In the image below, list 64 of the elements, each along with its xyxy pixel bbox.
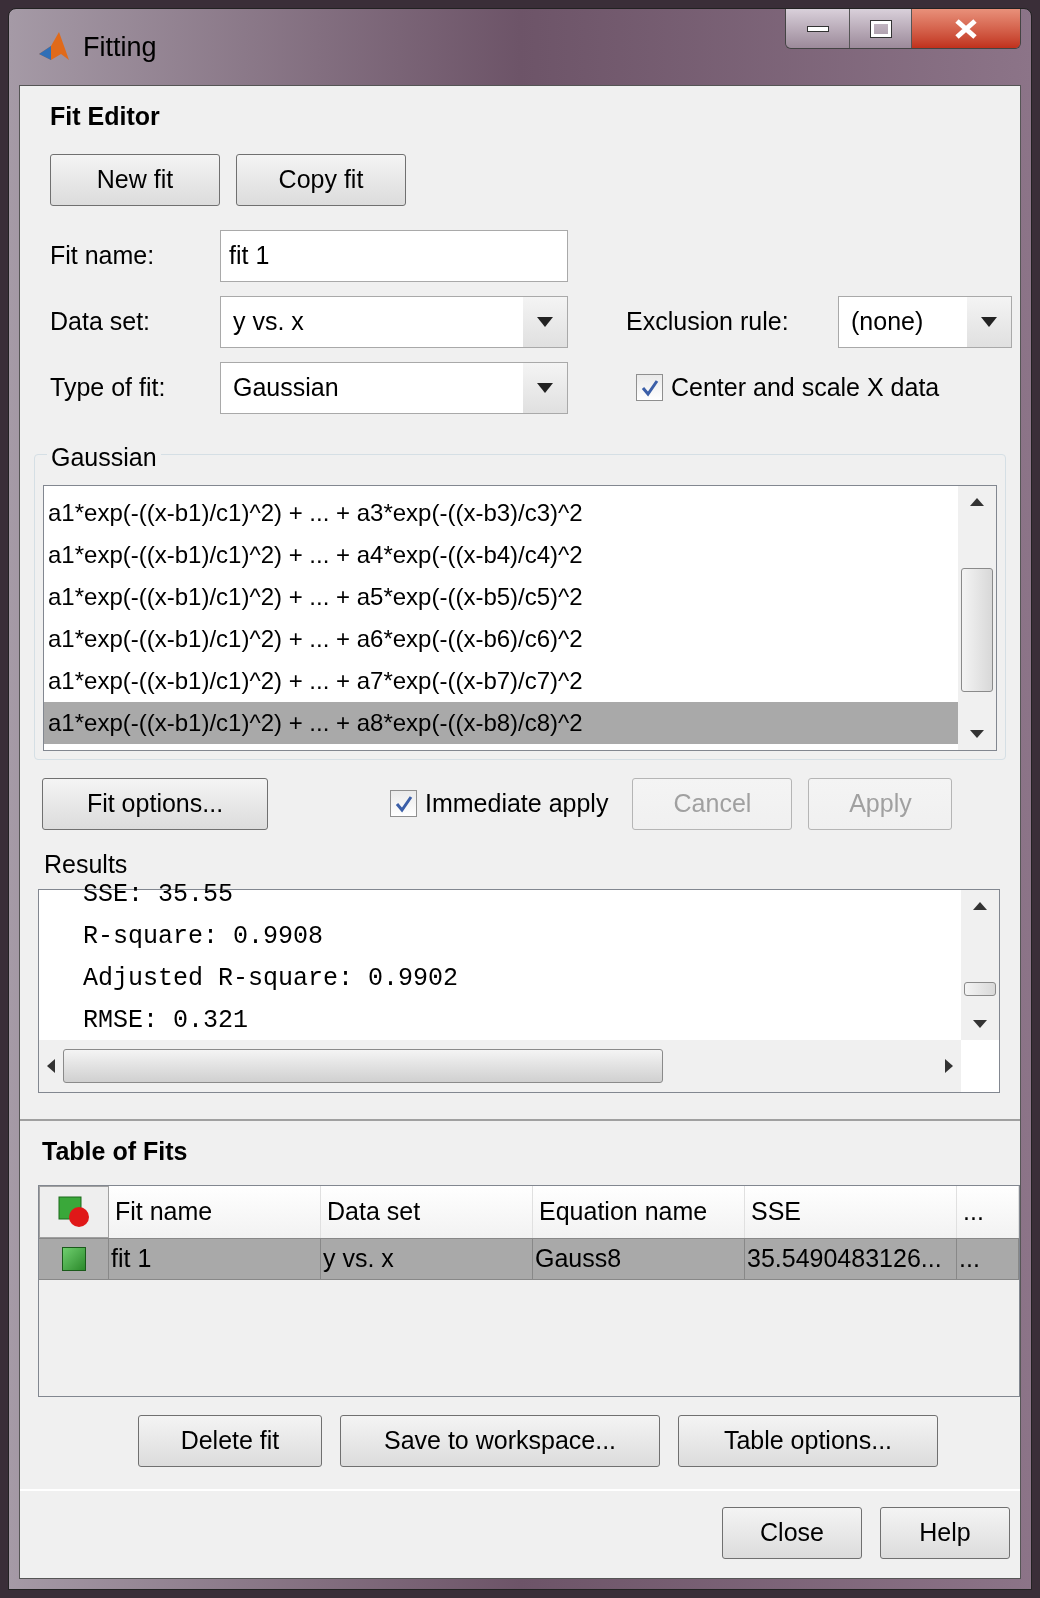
equation-item[interactable]: a1*exp(-((x-b1)/c1)^2) + ... + a5*exp(-((x-b5)/c5)^2 (44, 575, 958, 618)
column-header[interactable]: Data set (321, 1185, 533, 1238)
result-line: R-square: 0.9908 (83, 921, 325, 953)
minimize-button[interactable] (786, 9, 850, 48)
field-label: Type of fit: (50, 371, 167, 403)
exclusion-rule-dropdown[interactable]: (none) (838, 295, 1012, 348)
status-icon (61, 1246, 86, 1271)
column-header[interactable] (39, 1185, 109, 1238)
checkbox[interactable] (636, 374, 663, 401)
group-title: Results (44, 848, 129, 880)
scroll-up-icon[interactable] (970, 497, 984, 506)
equation-item[interactable]: a1*exp(-((x-b1)/c1)^2) + ... + a3*exp(-((x-b3)/c3)^2 (44, 491, 958, 534)
scroll-left-icon[interactable] (47, 1059, 55, 1073)
table-cell: ... (957, 1238, 1019, 1279)
table-button[interactable]: Save to workspace... (340, 1414, 660, 1467)
field-label: Data set: (50, 305, 152, 337)
equation-item[interactable]: a1*exp(-((x-b1)/c1)^2) + ... + a4*exp(-((x-b4)/c4)^2 (44, 533, 958, 576)
type-of-fit-dropdown[interactable]: Gaussian (220, 361, 568, 414)
table-cell: y vs. x (321, 1238, 533, 1279)
checkbox-label: Center and scale X data (671, 371, 940, 403)
field-label: Fit name: (50, 239, 156, 271)
table-row[interactable]: fit 1 y vs. x Gauss8 35.5490483126... ... (39, 1237, 1019, 1280)
footer-button[interactable]: Help (880, 1506, 1010, 1559)
scroll-thumb[interactable] (961, 567, 993, 692)
scroll-right-icon[interactable] (945, 1059, 953, 1073)
fit-name-field[interactable]: fit 1 (220, 229, 568, 282)
status-header-icon (57, 1194, 91, 1229)
scroll-down-icon[interactable] (970, 729, 984, 738)
data-set-dropdown[interactable]: y vs. x (220, 295, 568, 348)
vertical-scrollbar[interactable] (961, 890, 999, 1040)
maximize-button[interactable] (850, 9, 912, 48)
column-header[interactable]: SSE (745, 1185, 957, 1238)
table-button[interactable]: Delete fit (138, 1414, 322, 1467)
fit-button[interactable]: Copy fit (236, 153, 406, 206)
fit-options-button[interactable]: Fit options... (42, 777, 268, 830)
scroll-thumb[interactable] (63, 1049, 663, 1083)
fit-button[interactable]: New fit (50, 153, 220, 206)
section-title: Fit Editor (50, 101, 161, 132)
checkbox-label: Immediate apply (425, 787, 609, 819)
column-header[interactable]: Fit name (109, 1185, 321, 1238)
equation-item[interactable]: a1*exp(-((x-b1)/c1)^2) + ... + a6*exp(-((x-b6)/c6)^2 (44, 617, 958, 660)
horizontal-scrollbar[interactable] (39, 1040, 961, 1092)
equation-item[interactable]: a1*exp(-((x-b1)/c1)^2) + ... + a7*exp(-((x-b7)/c7)^2 (44, 659, 958, 702)
close-icon (954, 18, 978, 39)
result-line: SSE: 35.55 (83, 879, 235, 911)
scroll-down-icon[interactable] (973, 1020, 987, 1028)
equation-item[interactable]: a1*exp(-((x-b1)/c1)^2) + ... + a8*exp(-((x-b8)/c8)^2 (44, 701, 958, 744)
column-header[interactable]: ... (957, 1185, 1019, 1238)
checkbox[interactable] (390, 790, 417, 817)
table-cell: Gauss8 (533, 1238, 745, 1279)
footer-button[interactable]: Close (722, 1506, 862, 1559)
scroll-thumb[interactable] (964, 982, 996, 996)
close-button[interactable] (912, 9, 1020, 48)
result-line: Adjusted R-square: 0.9902 (83, 963, 460, 995)
vertical-scrollbar[interactable] (958, 485, 996, 750)
field-label: Exclusion rule: (626, 305, 790, 337)
scroll-up-icon[interactable] (973, 902, 987, 910)
table-cell: fit 1 (109, 1238, 321, 1279)
section-title: Table of Fits (42, 1136, 189, 1167)
column-header[interactable]: Equation name (533, 1185, 745, 1238)
result-line: RMSE: 0.321 (83, 1005, 250, 1037)
table-button[interactable]: Table options... (678, 1414, 938, 1467)
table-cell: 35.5490483126... (745, 1238, 957, 1279)
window-title: Fitting (83, 30, 157, 64)
